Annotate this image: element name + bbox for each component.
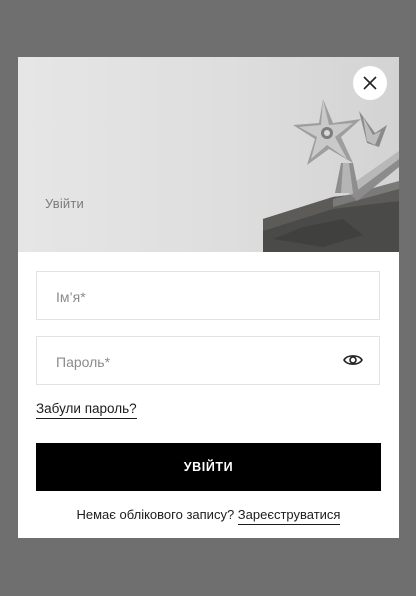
login-modal: Увійти Ім’я* Пароль* Забули пароль? УВІЙ… [18, 57, 399, 538]
award-image [263, 99, 399, 252]
forgot-password-link[interactable]: Забули пароль? [36, 401, 137, 419]
modal-title: Увійти [45, 196, 85, 211]
register-line: Немає облікового запису? Зареєструватися [18, 507, 399, 525]
eye-icon[interactable] [343, 352, 363, 368]
close-icon [363, 76, 377, 90]
login-button[interactable]: УВІЙТИ [36, 443, 381, 491]
login-button-label: УВІЙТИ [183, 460, 234, 474]
password-field[interactable]: Пароль* [36, 336, 380, 385]
register-link[interactable]: Зареєструватися [237, 507, 341, 525]
modal-hero: Увійти [18, 57, 399, 252]
close-button[interactable] [353, 66, 387, 100]
password-placeholder: Пароль* [56, 354, 111, 370]
name-placeholder: Ім’я* [56, 289, 86, 305]
register-prompt: Немає облікового запису? [76, 507, 235, 522]
name-field[interactable]: Ім’я* [36, 271, 380, 320]
